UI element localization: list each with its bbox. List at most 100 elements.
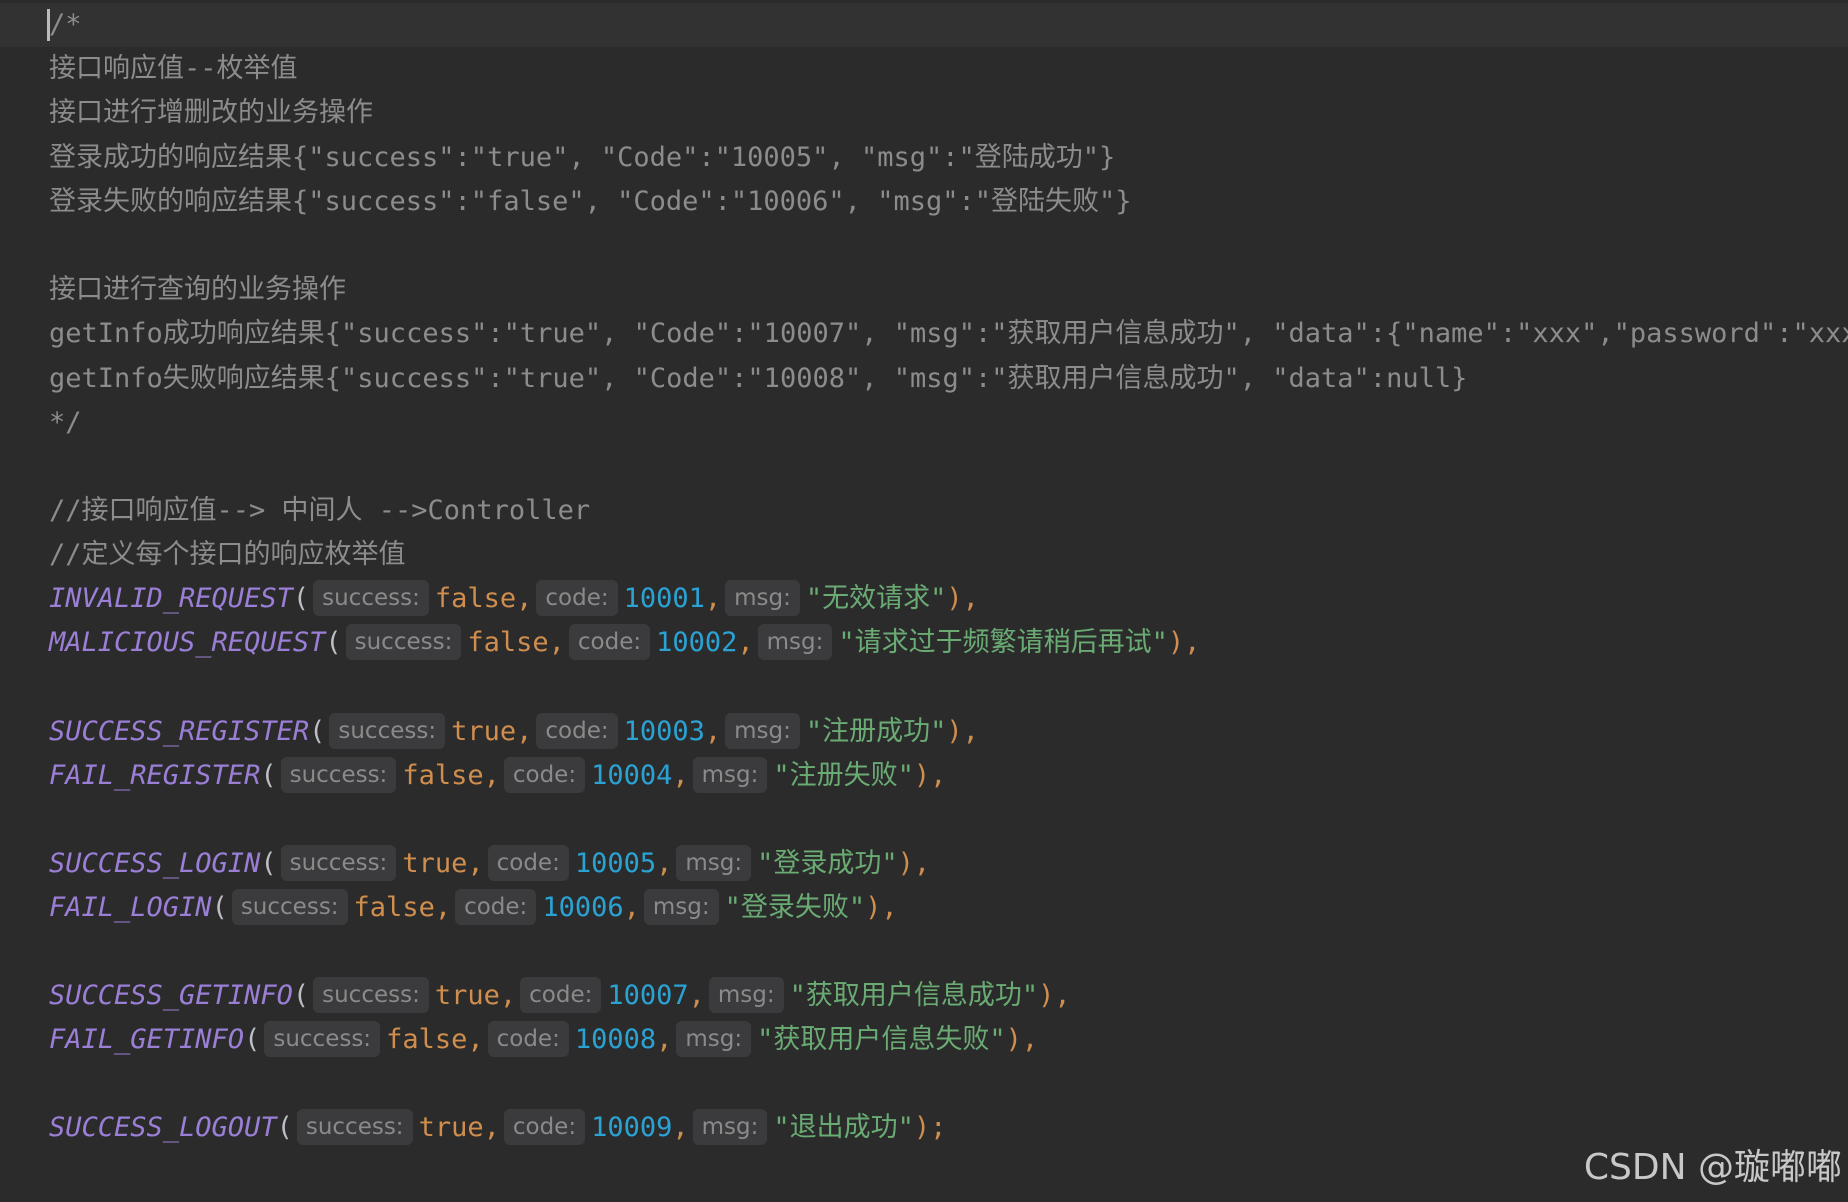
line-end: ), xyxy=(1167,627,1201,658)
code-line[interactable]: */ xyxy=(49,401,82,445)
comment-close: */ xyxy=(49,407,82,438)
comma: , xyxy=(499,980,517,1011)
line-end: ), xyxy=(913,760,947,791)
param-hint-msg: msg: xyxy=(692,1109,768,1145)
msg-value: "获取用户信息成功" xyxy=(789,980,1039,1011)
comment-text: getInfo成功响应结果{"success":"true", "Code":"… xyxy=(49,318,1848,349)
comma: , xyxy=(483,1112,500,1143)
comment-text: 接口响应值--枚举值 xyxy=(49,53,298,84)
msg-value: "退出成功" xyxy=(773,1112,914,1143)
param-hint-success: success: xyxy=(231,889,348,925)
comma: , xyxy=(516,716,533,747)
enum-line[interactable]: SUCCESS_LOGOUT(success: true, code: 10009, m… xyxy=(49,1106,946,1150)
code-value: 10007 xyxy=(607,980,689,1011)
success-value: false xyxy=(402,760,484,791)
line-end: ), xyxy=(865,892,898,923)
param-hint-msg: msg: xyxy=(676,845,752,881)
code-value: 10002 xyxy=(656,627,738,658)
line-end: ), xyxy=(1005,1024,1039,1055)
success-value: false xyxy=(386,1024,468,1055)
success-value: true xyxy=(418,1112,484,1143)
code-line[interactable]: /* xyxy=(49,3,82,47)
success-value: false xyxy=(353,892,435,923)
code-line[interactable]: 接口响应值--枚举值 xyxy=(49,47,298,91)
enum-line[interactable]: FAIL_LOGIN(success: false, code: 10006, msg:… xyxy=(49,886,898,930)
comma: , xyxy=(467,1024,484,1055)
comment-text: getInfo失败响应结果{"success":"true", "Code":"… xyxy=(49,363,1468,394)
comment-open: /* xyxy=(49,9,82,40)
param-hint-msg: msg: xyxy=(692,757,768,793)
success-value: false xyxy=(434,583,517,614)
line-end: ); xyxy=(913,1112,947,1143)
open-paren: ( xyxy=(309,716,326,747)
param-hint-success: success: xyxy=(313,580,429,616)
msg-value: "登录失败" xyxy=(724,892,866,923)
code-line[interactable]: //定义每个接口的响应枚举值 xyxy=(49,533,406,577)
comma: , xyxy=(548,627,565,658)
enum-constant-name: SUCCESS_LOGOUT xyxy=(49,1112,277,1143)
comment-text: 接口进行增删改的业务操作 xyxy=(49,97,373,128)
code-value: 10001 xyxy=(623,583,705,614)
param-hint-msg: msg: xyxy=(676,1021,752,1057)
comma: , xyxy=(672,760,689,791)
enum-line[interactable]: SUCCESS_LOGIN(success: true, code: 10005, ms… xyxy=(49,842,930,886)
param-hint-code: code: xyxy=(487,1021,569,1057)
code-editor[interactable]: /* 接口响应值--枚举值 接口进行增删改的业务操作 登录成功的响应结果{"su… xyxy=(0,0,1848,1202)
code-line[interactable]: 接口进行查询的业务操作 xyxy=(49,268,346,312)
comma: , xyxy=(656,848,673,879)
open-paren: ( xyxy=(276,1112,293,1143)
comment-text: 登录失败的响应结果{"success":"false", "Code":"100… xyxy=(49,186,1132,217)
enum-line[interactable]: INVALID_REQUEST(success: false, code: 10001… xyxy=(49,577,979,621)
open-paren: ( xyxy=(260,760,277,791)
enum-line[interactable]: FAIL_GETINFO(success: false, code: 10008, ms… xyxy=(49,1018,1038,1062)
code-line[interactable]: 接口进行增删改的业务操作 xyxy=(49,91,373,135)
param-hint-success: success: xyxy=(280,757,397,793)
enum-constant-name: SUCCESS_REGISTER xyxy=(49,716,310,747)
param-hint-success: success: xyxy=(345,624,462,660)
param-hint-code: code: xyxy=(536,580,618,616)
open-paren: ( xyxy=(325,627,342,658)
watermark-text: CSDN @璇嘟嘟 xyxy=(1583,1147,1842,1188)
code-line[interactable]: getInfo失败响应结果{"success":"true", "Code":"… xyxy=(49,357,1467,401)
code-line[interactable]: 登录失败的响应结果{"success":"false", "Code":"100… xyxy=(49,180,1132,224)
msg-value: "登录成功" xyxy=(757,848,898,879)
code-value: 10009 xyxy=(591,1112,673,1143)
enum-line[interactable]: MALICIOUS_REQUEST(success: false, code: 100… xyxy=(49,621,1200,665)
param-hint-code: code: xyxy=(568,624,651,660)
comma: , xyxy=(672,1112,689,1143)
enum-line[interactable]: FAIL_REGISTER(success: false, code: 10004, m… xyxy=(49,754,946,798)
enum-line[interactable]: SUCCESS_REGISTER(success: true, code: 10003… xyxy=(49,710,979,754)
comma: , xyxy=(434,892,452,923)
comment-text: 接口进行查询的业务操作 xyxy=(49,274,346,305)
param-hint-msg: msg: xyxy=(757,624,833,660)
enum-constant-name: SUCCESS_LOGIN xyxy=(49,848,261,879)
code-line[interactable]: 登录成功的响应结果{"success":"true", "Code":"1000… xyxy=(49,136,1115,180)
enum-line[interactable]: SUCCESS_GETINFO(success: true, code: 10007,… xyxy=(49,974,1071,1018)
msg-value: "注册成功" xyxy=(805,716,947,747)
param-hint-success: success: xyxy=(313,977,429,1013)
success-value: true xyxy=(451,716,517,747)
enum-constant-name: FAIL_LOGIN xyxy=(49,892,212,923)
enum-constant-name: SUCCESS_GETINFO xyxy=(49,980,293,1011)
code-line[interactable]: getInfo成功响应结果{"success":"true", "Code":"… xyxy=(49,312,1848,356)
code-value: 10006 xyxy=(542,892,624,923)
open-paren: ( xyxy=(292,980,310,1011)
param-hint-code: code: xyxy=(503,1109,586,1145)
line-end: ), xyxy=(946,716,979,747)
code-line[interactable]: //接口响应值--> 中间人 -->Controller xyxy=(49,489,590,533)
code-value: 10003 xyxy=(623,716,705,747)
msg-value: "获取用户信息失败" xyxy=(757,1024,1006,1055)
param-hint-success: success: xyxy=(264,1021,381,1057)
comma: , xyxy=(467,848,484,879)
enum-constant-name: FAIL_REGISTER xyxy=(49,760,261,791)
enum-constant-name: MALICIOUS_REQUEST xyxy=(49,627,326,658)
comment-text: 登录成功的响应结果{"success":"true", "Code":"1000… xyxy=(49,142,1116,173)
param-hint-msg: msg: xyxy=(725,713,800,749)
param-hint-msg: msg: xyxy=(708,977,784,1013)
comma: , xyxy=(704,583,722,614)
line-end: ), xyxy=(897,848,931,879)
code-value: 10008 xyxy=(574,1024,657,1055)
msg-value: "无效请求" xyxy=(805,583,947,614)
enum-constant-name: FAIL_GETINFO xyxy=(49,1024,245,1055)
enum-constant-name: INVALID_REQUEST xyxy=(49,583,293,614)
